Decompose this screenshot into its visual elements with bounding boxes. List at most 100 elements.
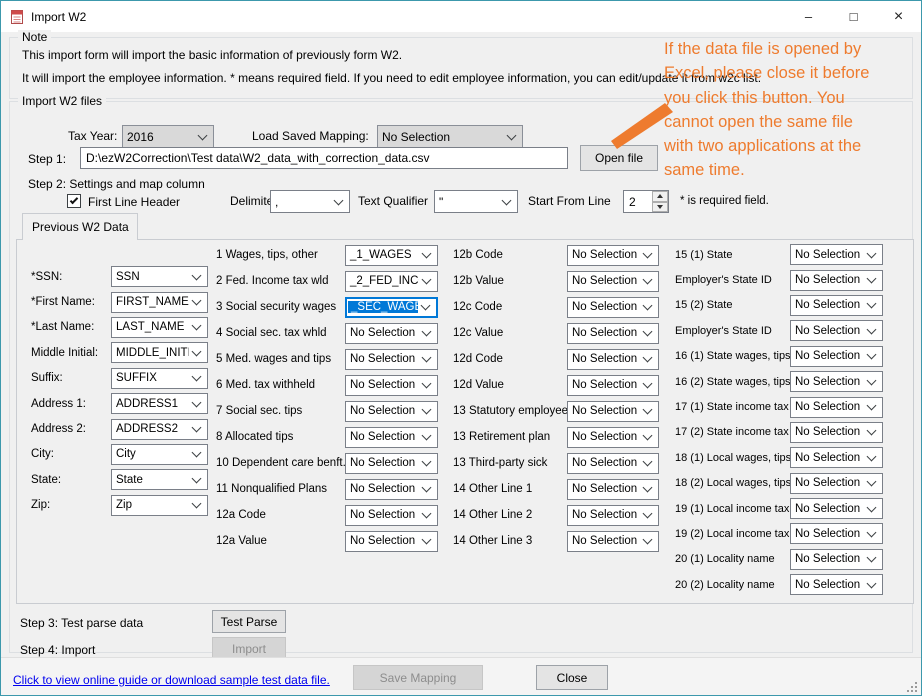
mapping-row: 13 Statutory employee No Selection — [453, 398, 659, 424]
mapping-select[interactable]: No Selection — [345, 453, 438, 474]
chevron-down-icon — [192, 448, 202, 458]
mapping-select[interactable]: No Selection — [345, 375, 438, 396]
mapping-select-value: MIDDLE_INITIAL — [112, 347, 189, 359]
mapping-select-value: No Selection — [791, 553, 864, 565]
mapping-row: 17 (2) State income tax No Selection — [675, 420, 883, 445]
mapping-select[interactable]: City — [111, 444, 208, 465]
mapping-select[interactable]: No Selection — [567, 531, 659, 552]
mapping-select-value: No Selection — [791, 452, 864, 464]
chevron-down-icon — [643, 379, 653, 389]
mapping-select[interactable]: No Selection — [790, 422, 883, 443]
mapping-select[interactable]: Zip — [111, 495, 208, 516]
tab-previous-w2-data[interactable]: Previous W2 Data — [22, 213, 138, 240]
mapping-select[interactable]: No Selection — [790, 574, 883, 595]
mapping-select[interactable]: No Selection — [790, 270, 883, 291]
mapping-select[interactable]: ADDRESS1 — [111, 393, 208, 414]
mapping-select-value: _1_WAGES — [346, 249, 419, 261]
mapping-select[interactable]: SSN — [111, 266, 208, 287]
mapping-select[interactable]: No Selection — [567, 349, 659, 370]
mapping-select[interactable]: _SEC_WAGES — [345, 297, 438, 318]
mapping-select[interactable]: No Selection — [790, 244, 883, 265]
mapping-label: 16 (1) State wages, tips — [675, 350, 790, 362]
mapping-label: Middle Initial: — [31, 347, 111, 359]
mapping-select[interactable]: No Selection — [790, 371, 883, 392]
save-mapping-button[interactable]: Save Mapping — [353, 665, 483, 690]
text-qualifier-select[interactable]: " — [434, 190, 518, 213]
mapping-select[interactable]: No Selection — [345, 349, 438, 370]
chevron-down-icon — [507, 130, 517, 140]
chevron-down-icon — [643, 249, 653, 259]
tax-year-select[interactable]: 2016 — [122, 125, 214, 148]
mapping-select[interactable]: _2_FED_INCOME — [345, 271, 438, 292]
mapping-select[interactable]: FIRST_NAME — [111, 292, 208, 313]
resize-grip[interactable] — [907, 682, 918, 693]
start-from-line-stepper[interactable]: 2 — [623, 190, 669, 213]
mapping-column-wages: 1 Wages, tips, other _1_WAGES 2 Fed. Inc… — [216, 242, 438, 554]
chevron-down-icon — [192, 321, 202, 331]
mapping-label: 13 Third-party sick — [453, 457, 567, 469]
mapping-row: Zip: Zip — [31, 493, 208, 518]
close-window-button[interactable]: × — [876, 1, 921, 32]
mapping-select[interactable]: No Selection — [790, 549, 883, 570]
mapping-row: State: State — [31, 467, 208, 492]
maximize-button[interactable]: □ — [831, 1, 876, 32]
mapping-select[interactable]: No Selection — [790, 397, 883, 418]
minimize-button[interactable]: – — [786, 1, 831, 32]
mapping-select[interactable]: No Selection — [345, 401, 438, 422]
mapping-select-value: No Selection — [791, 503, 864, 515]
stepper-up-button[interactable] — [652, 191, 668, 202]
mapping-select-value: No Selection — [346, 483, 419, 495]
mapping-select-value: No Selection — [568, 431, 640, 443]
mapping-select[interactable]: No Selection — [345, 531, 438, 552]
mapping-select[interactable]: No Selection — [345, 479, 438, 500]
mapping-select[interactable]: ADDRESS2 — [111, 419, 208, 440]
mapping-select[interactable]: No Selection — [790, 320, 883, 341]
annotation-line: cannot open the same file — [664, 110, 922, 134]
mapping-select[interactable]: No Selection — [567, 271, 659, 292]
mapping-label: Suffix: — [31, 372, 111, 384]
mapping-select[interactable]: No Selection — [567, 375, 659, 396]
mapping-select[interactable]: No Selection — [567, 297, 659, 318]
mapping-select[interactable]: LAST_NAME — [111, 317, 208, 338]
mapping-row: *SSN: SSN — [31, 264, 208, 289]
test-parse-button-label: Test Parse — [221, 615, 278, 629]
mapping-select[interactable]: No Selection — [345, 323, 438, 344]
mapping-label: 12a Code — [216, 509, 345, 521]
mapping-select[interactable]: State — [111, 469, 208, 490]
titlebar: Import W2 – □ × — [1, 1, 921, 32]
file-path-input[interactable]: D:\ezW2Correction\Test data\W2_data_with… — [80, 147, 568, 169]
chevron-down-icon — [643, 535, 653, 545]
mapping-select[interactable]: MIDDLE_INITIAL — [111, 342, 208, 363]
mapping-select[interactable]: No Selection — [567, 479, 659, 500]
close-button[interactable]: Close — [536, 665, 608, 690]
stepper-down-button[interactable] — [652, 202, 668, 213]
mapping-select[interactable]: No Selection — [790, 447, 883, 468]
mapping-select[interactable]: No Selection — [567, 427, 659, 448]
mapping-select[interactable]: No Selection — [790, 473, 883, 494]
mapping-select[interactable]: No Selection — [790, 498, 883, 519]
mapping-select[interactable]: No Selection — [567, 505, 659, 526]
mapping-select[interactable]: No Selection — [345, 427, 438, 448]
chevron-down-icon — [867, 553, 877, 563]
mapping-column-codes: 12b Code No Selection 12b Value No Selec… — [453, 242, 659, 554]
test-parse-button[interactable]: Test Parse — [212, 610, 286, 633]
mapping-select-value: No Selection — [346, 509, 419, 521]
mapping-select-value: _2_FED_INCOME — [346, 275, 419, 287]
import-button-label: Import — [232, 642, 266, 656]
mapping-select[interactable]: No Selection — [567, 245, 659, 266]
mapping-select[interactable]: No Selection — [345, 505, 438, 526]
online-guide-link[interactable]: Click to view online guide or download s… — [13, 673, 330, 687]
load-saved-mapping-select[interactable]: No Selection — [377, 125, 523, 148]
mapping-select[interactable]: No Selection — [790, 523, 883, 544]
mapping-label: 20 (2) Locality name — [675, 579, 790, 591]
mapping-select[interactable]: SUFFIX — [111, 368, 208, 389]
mapping-select[interactable]: No Selection — [567, 453, 659, 474]
mapping-label: 15 (1) State — [675, 249, 790, 261]
first-line-header-checkbox[interactable] — [67, 194, 81, 208]
mapping-select[interactable]: No Selection — [790, 295, 883, 316]
mapping-select[interactable]: No Selection — [567, 401, 659, 422]
delimiter-select[interactable]: , — [270, 190, 350, 213]
mapping-select[interactable]: _1_WAGES — [345, 245, 438, 266]
mapping-select[interactable]: No Selection — [567, 323, 659, 344]
mapping-select[interactable]: No Selection — [790, 346, 883, 367]
